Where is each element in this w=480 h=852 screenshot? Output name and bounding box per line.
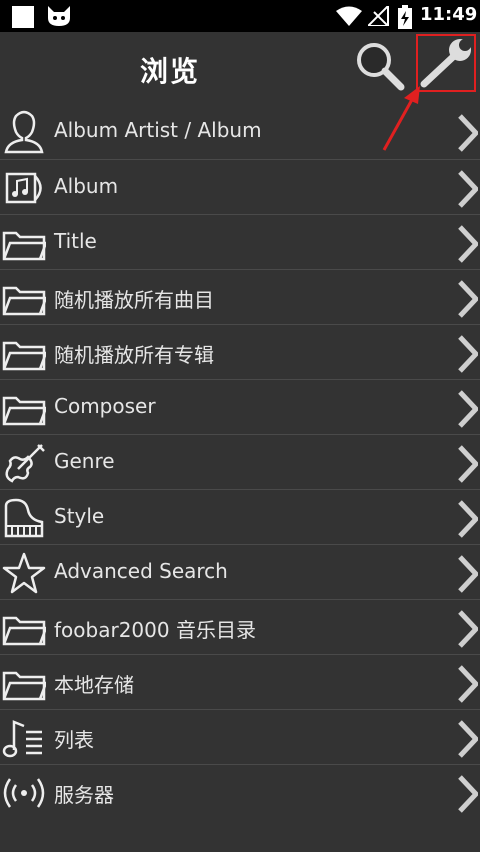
list-item-label: Advanced Search — [54, 559, 228, 583]
chevron-right-icon — [458, 555, 478, 593]
list-item[interactable]: Title — [0, 214, 480, 269]
person-icon — [4, 110, 44, 154]
chevron-right-icon — [458, 610, 478, 648]
list-item[interactable]: 随机播放所有专辑 — [0, 324, 480, 379]
folder-icon — [2, 396, 46, 426]
list-item[interactable]: foobar2000 音乐目录 — [0, 599, 480, 654]
list-item[interactable]: Album — [0, 159, 480, 214]
chevron-right-icon — [458, 170, 478, 208]
status-bar: 11:49 — [0, 0, 480, 32]
broadcast-icon — [3, 778, 45, 808]
folder-icon — [2, 286, 46, 316]
no-signal-icon — [368, 6, 389, 26]
folder-icon — [2, 616, 46, 646]
folder-icon — [2, 341, 46, 371]
piano-icon — [4, 498, 44, 538]
violin-icon — [5, 444, 45, 483]
list-item-label: 服务器 — [54, 783, 114, 807]
chevron-right-icon — [458, 280, 478, 318]
page-title: 浏览 — [140, 55, 201, 88]
chevron-right-icon — [458, 720, 478, 758]
list-item-label: Album — [54, 174, 119, 198]
list-item-label: Title — [54, 229, 97, 253]
list-item[interactable]: 服务器 — [0, 764, 480, 819]
list-item[interactable]: Advanced Search — [0, 544, 480, 599]
status-time: 11:49 — [420, 4, 478, 25]
list-item-label: 随机播放所有曲目 — [54, 288, 214, 312]
album-icon — [5, 172, 42, 204]
cat-icon — [48, 6, 70, 26]
chevron-right-icon — [458, 775, 478, 813]
chevron-right-icon — [458, 335, 478, 373]
battery-charging-icon — [398, 5, 412, 29]
chevron-right-icon — [458, 445, 478, 483]
search-icon — [357, 43, 405, 91]
chevron-right-icon — [458, 390, 478, 428]
list-item[interactable]: Album Artist / Album — [0, 104, 480, 159]
notification-square-icon — [12, 6, 34, 28]
settings-button[interactable] — [416, 34, 476, 92]
wifi-icon — [336, 6, 362, 26]
search-button[interactable] — [354, 40, 406, 92]
chevron-right-icon — [458, 114, 478, 152]
chevron-right-icon — [458, 225, 478, 263]
list-item-label: foobar2000 音乐目录 — [54, 618, 256, 642]
list-item[interactable]: 随机播放所有曲目 — [0, 269, 480, 324]
list-item[interactable]: 本地存储 — [0, 654, 480, 709]
folder-icon — [2, 671, 46, 701]
browse-list: Album Artist / Album Album Title 随机播放所有曲… — [0, 104, 480, 819]
star-icon — [2, 552, 46, 594]
list-item[interactable]: Style — [0, 489, 480, 544]
list-item-label: 本地存储 — [54, 673, 134, 697]
wrench-icon — [420, 39, 471, 88]
list-item[interactable]: Genre — [0, 434, 480, 489]
playlist-icon — [2, 720, 42, 758]
list-item[interactable]: 列表 — [0, 709, 480, 764]
list-item-label: Style — [54, 504, 105, 528]
list-item-label: 随机播放所有专辑 — [54, 343, 214, 367]
list-item-label: Album Artist / Album — [54, 118, 262, 142]
list-item[interactable]: Composer — [0, 379, 480, 434]
chevron-right-icon — [458, 665, 478, 703]
list-item-label: 列表 — [54, 728, 94, 752]
list-item-label: Genre — [54, 449, 115, 473]
folder-icon — [2, 231, 46, 261]
chevron-right-icon — [458, 500, 478, 538]
list-item-label: Composer — [54, 394, 156, 418]
